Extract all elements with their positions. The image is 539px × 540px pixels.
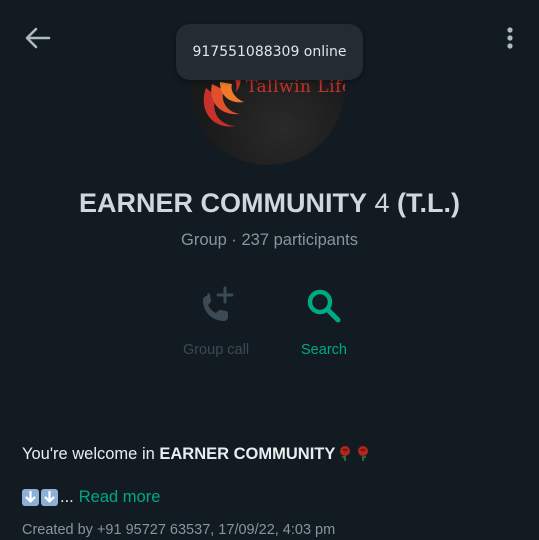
more-options-button[interactable] <box>494 22 526 54</box>
online-toast: 917551088309 online <box>176 24 363 80</box>
avatar-brand-text: Tallwin Life <box>246 77 345 97</box>
call-add-icon <box>203 286 234 321</box>
search-button[interactable]: Search <box>274 284 374 358</box>
group-call-button[interactable]: Group call <box>166 284 266 358</box>
rose-icon <box>340 446 351 461</box>
down-arrow-icon <box>41 489 58 506</box>
description-bold: EARNER COMMUNITY <box>159 445 336 463</box>
search-icon <box>307 289 341 323</box>
group-name: EARNER COMMUNITY 4 (T.L.) <box>0 188 539 219</box>
rose-icon <box>358 446 369 461</box>
description-text: You're welcome in EARNER COMMUNITY <box>22 445 371 464</box>
description-more-row: ... Read more <box>22 488 160 507</box>
search-label: Search <box>301 342 347 358</box>
created-by-text: Created by +91 95727 63537, 17/09/22, 4:… <box>22 522 336 538</box>
back-arrow-icon <box>25 27 51 49</box>
more-vertical-icon <box>507 27 513 49</box>
group-name-suffix: 4 <box>366 188 398 218</box>
group-subtitle: Group · 237 participants <box>180 231 358 249</box>
back-button[interactable] <box>20 22 56 54</box>
down-arrow-icon <box>22 489 39 506</box>
description-prefix: You're welcome in <box>22 445 160 463</box>
description-ellipsis: ... <box>60 488 74 506</box>
group-call-label: Group call <box>182 342 250 358</box>
description-section <box>0 395 539 540</box>
group-name-tag: (T.L.) <box>397 188 460 218</box>
group-name-main: EARNER COMMUNITY <box>78 188 367 218</box>
read-more-link[interactable]: Read more <box>79 488 161 507</box>
